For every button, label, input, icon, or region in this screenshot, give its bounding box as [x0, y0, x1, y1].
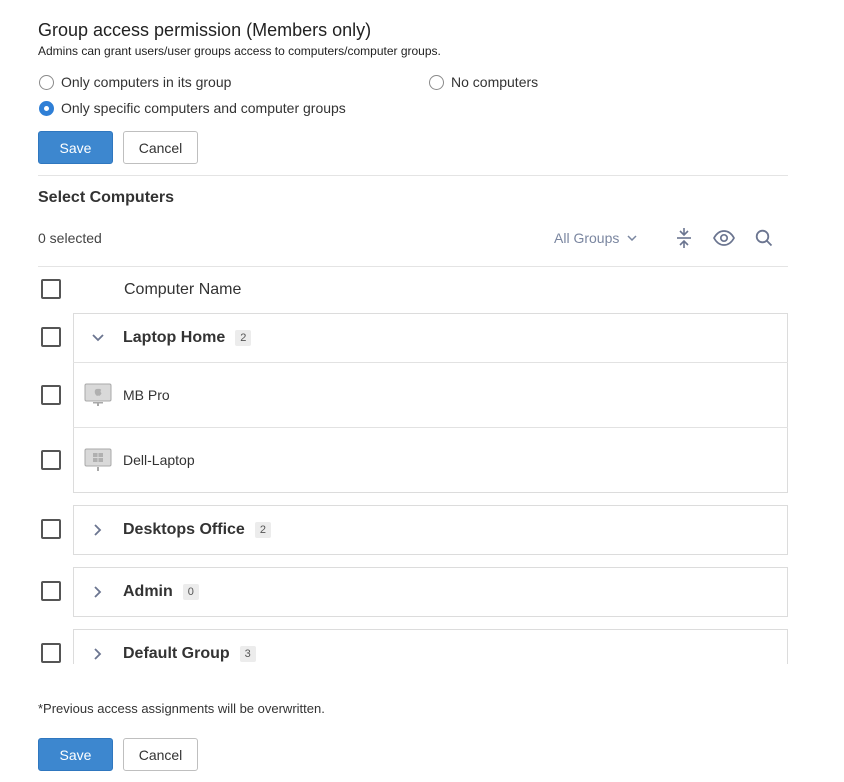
group-name: Admin [123, 582, 173, 600]
select-all-checkbox[interactable] [41, 279, 61, 299]
chevron-right-icon[interactable] [73, 647, 123, 660]
group-filter-label: All Groups [554, 230, 620, 246]
computer-name: MB Pro [123, 387, 170, 403]
save-button[interactable]: Save [38, 131, 113, 164]
group-count-badge: 2 [235, 329, 252, 346]
group-checkbox[interactable] [41, 581, 61, 601]
group-filter-dropdown[interactable]: All Groups [554, 230, 637, 246]
group-count-badge: 2 [254, 521, 271, 538]
group-name: Laptop Home [123, 328, 226, 346]
radio-only-group[interactable]: Only computers in its group [39, 74, 231, 90]
radio-circle[interactable] [39, 74, 54, 90]
group-row-desktops-office[interactable]: Desktops Office 2 [73, 505, 788, 554]
radio-label: Only computers in its group [61, 74, 232, 90]
mac-icon [73, 383, 123, 407]
page-title: Group access permission (Members only) [38, 20, 372, 40]
search-icon[interactable] [753, 227, 775, 249]
divider [38, 266, 788, 267]
chevron-down-icon [627, 235, 637, 241]
chevron-right-icon[interactable] [73, 585, 123, 598]
group-count-badge: 0 [182, 583, 199, 600]
computer-checkbox[interactable] [41, 450, 61, 470]
group-checkbox[interactable] [41, 519, 61, 539]
radio-no-computers[interactable]: No computers [429, 74, 538, 90]
divider [38, 175, 788, 176]
group-row-default-group[interactable]: Default Group 3 [73, 629, 788, 664]
save-button-bottom[interactable]: Save [38, 738, 113, 771]
cancel-button-bottom[interactable]: Cancel [123, 738, 198, 771]
windows-icon [73, 448, 123, 472]
eye-icon[interactable] [713, 227, 735, 249]
computer-row[interactable]: MB Pro [73, 362, 788, 427]
computer-name: Dell-Laptop [123, 452, 195, 468]
radio-specific[interactable]: Only specific computers and computer gro… [39, 100, 346, 116]
group-name: Default Group [123, 644, 230, 662]
group-row-laptop-home[interactable]: Laptop Home 2 [73, 313, 788, 362]
group-checkbox[interactable] [41, 327, 61, 347]
cancel-button[interactable]: Cancel [123, 131, 198, 164]
radio-label: Only specific computers and computer gro… [61, 100, 346, 116]
group-row-admin[interactable]: Admin 0 [73, 567, 788, 616]
page-subtitle: Admins can grant users/user groups acces… [38, 44, 441, 58]
chevron-right-icon[interactable] [73, 523, 123, 536]
collapse-expand-icon[interactable] [673, 227, 695, 249]
column-header-computer-name: Computer Name [124, 281, 242, 298]
selected-count: 0 selected [38, 230, 102, 246]
overwrite-note: *Previous access assignments will be ove… [38, 701, 325, 716]
radio-label: No computers [451, 74, 539, 90]
computer-list[interactable]: Computer Name Laptop Home 2 MB Pro Dell-… [0, 268, 844, 664]
chevron-down-icon[interactable] [73, 333, 123, 342]
computer-checkbox[interactable] [41, 385, 61, 405]
group-name: Desktops Office [123, 520, 245, 538]
radio-circle-selected[interactable] [39, 100, 54, 116]
computer-row[interactable]: Dell-Laptop [73, 427, 788, 492]
radio-circle[interactable] [429, 74, 444, 90]
group-count-badge: 3 [239, 645, 256, 662]
section-title: Select Computers [38, 189, 175, 206]
group-checkbox[interactable] [41, 643, 61, 663]
